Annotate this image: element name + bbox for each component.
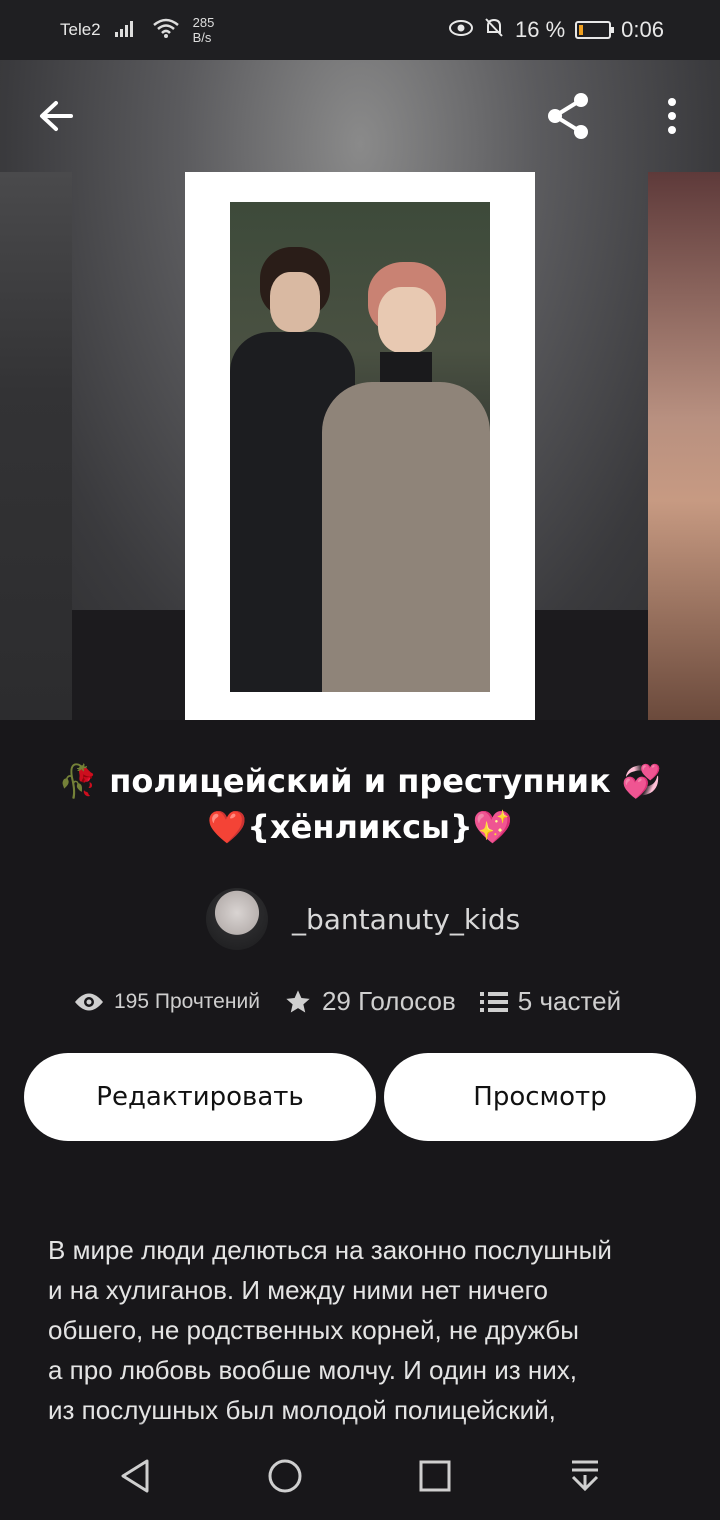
more-vertical-icon bbox=[668, 98, 676, 134]
parts-stat: 5 частей bbox=[479, 986, 621, 1017]
nav-notifications-button[interactable] bbox=[555, 1446, 615, 1506]
author-name: _bantanuty_kids bbox=[292, 902, 521, 936]
pull-down-icon bbox=[571, 1460, 599, 1492]
story-description: В мире люди делються на законно послушны… bbox=[48, 1235, 612, 1425]
bell-off-icon bbox=[483, 16, 505, 44]
star-icon bbox=[286, 989, 310, 1012]
author-link[interactable]: _bantanuty_kids bbox=[206, 888, 520, 950]
story-stats: 195 Прочтений 29 Голосов 5 частей bbox=[74, 986, 621, 1017]
triangle-back-icon bbox=[121, 1459, 149, 1493]
carrier-label: Tele2 bbox=[60, 20, 101, 39]
next-cover[interactable] bbox=[648, 172, 720, 720]
wifi-icon bbox=[152, 18, 179, 43]
avatar bbox=[206, 888, 268, 950]
signal-icon bbox=[114, 19, 139, 42]
list-icon bbox=[479, 991, 508, 1012]
eye-icon bbox=[75, 993, 103, 1010]
cover-photo bbox=[230, 202, 490, 692]
square-recents-icon bbox=[419, 1460, 451, 1492]
nav-recents-button[interactable] bbox=[405, 1446, 465, 1506]
view-button[interactable]: Просмотр bbox=[384, 1053, 696, 1141]
circle-home-icon bbox=[268, 1459, 302, 1493]
arrow-left-icon bbox=[40, 101, 73, 131]
previous-cover[interactable] bbox=[0, 172, 72, 720]
battery-percent: 16 % bbox=[515, 17, 566, 42]
status-bar: Tele2 285 B/s 16 % 0:06 bbox=[0, 0, 720, 60]
votes-stat: 29 Голосов bbox=[284, 986, 456, 1017]
edit-button[interactable]: Редактировать bbox=[24, 1053, 376, 1141]
battery-level bbox=[579, 25, 584, 35]
back-button[interactable] bbox=[26, 86, 86, 146]
battery-icon bbox=[575, 21, 615, 39]
nav-home-button[interactable] bbox=[255, 1446, 315, 1506]
more-options-button[interactable] bbox=[642, 86, 702, 146]
nav-back-button[interactable] bbox=[105, 1446, 165, 1506]
clock: 0:06 bbox=[621, 17, 664, 42]
share-icon bbox=[548, 93, 588, 139]
story-title: 🥀 полицейский и преступник 💞 ❤️{хёнликсы… bbox=[58, 762, 662, 846]
share-button[interactable] bbox=[538, 86, 598, 146]
story-cover[interactable] bbox=[185, 172, 535, 720]
system-nav-bar bbox=[0, 1432, 720, 1520]
reads-stat: 195 Прочтений bbox=[74, 990, 260, 1014]
eye-icon bbox=[449, 17, 474, 43]
network-speed: 285 B/s bbox=[192, 15, 215, 45]
